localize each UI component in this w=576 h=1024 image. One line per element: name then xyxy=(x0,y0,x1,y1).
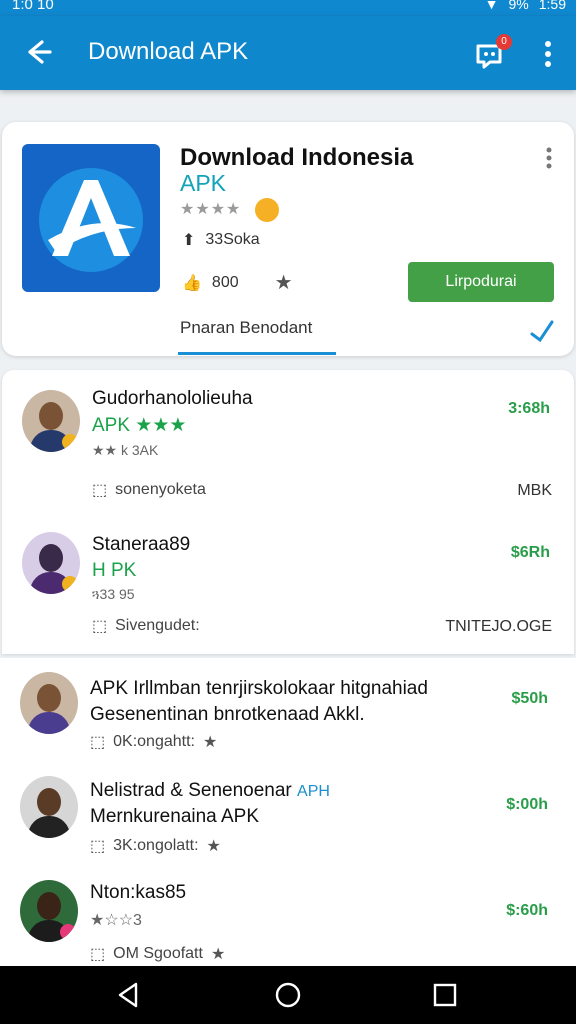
nav-home-icon[interactable] xyxy=(273,980,303,1010)
app-list-top: Gudorhanololieuha APK ★★★ ★★ k 3AK ⬚ son… xyxy=(2,370,574,654)
item-size: MBK xyxy=(517,482,552,499)
item-subtitle: H PK xyxy=(92,560,137,581)
package-icon: ⬚ xyxy=(90,734,106,751)
install-button[interactable]: Lirpodurai xyxy=(408,262,554,302)
download-icon: ⬆ xyxy=(182,232,196,249)
nav-back-icon[interactable] xyxy=(114,980,144,1010)
item-title: APK Irllmban tenrjirskolokaar hitgnahiad xyxy=(90,678,428,699)
item-title: Nton:kas85 xyxy=(90,882,187,903)
item-meta: ⬚ sonenyoketa xyxy=(92,480,206,500)
edit-icon[interactable] xyxy=(528,316,554,342)
star-icon: ★ xyxy=(202,734,218,751)
item-title-tag: APH xyxy=(297,783,330,800)
package-icon: ⬚ xyxy=(90,946,106,963)
star-icon: ★ xyxy=(206,838,221,855)
page-title: Download APK xyxy=(88,38,249,65)
notification-badge: 0 xyxy=(496,34,512,50)
item-meta-text: Sivengudet: xyxy=(115,617,200,634)
back-arrow-icon[interactable] xyxy=(20,34,56,70)
signal-icon: ▼ xyxy=(484,0,499,12)
system-nav-bar xyxy=(0,966,576,1024)
app-bar: Download APK 0 xyxy=(0,16,576,90)
app-logo xyxy=(22,144,160,292)
item-rating: ★☆☆3 xyxy=(90,912,142,929)
avatar xyxy=(20,672,78,734)
app-title: Download Indonesia xyxy=(180,144,414,171)
item-subtitle: Mernkurenaina APK xyxy=(90,806,259,827)
app-rating-stars: ★★★★ xyxy=(180,201,242,219)
item-price: $:60h xyxy=(506,902,548,919)
item-size: TNITEJO.OGE xyxy=(445,618,552,635)
item-title: Staneraa89 xyxy=(92,534,191,555)
status-time: 1:0 10 xyxy=(12,0,54,13)
item-rating: ★★ k 3AK xyxy=(92,442,159,458)
star-icon: ★ xyxy=(274,272,293,294)
item-price: 3:68h xyxy=(508,400,550,417)
package-icon: ⬚ xyxy=(92,482,108,499)
app-more-icon[interactable] xyxy=(542,146,556,170)
status-clock: 1:59 xyxy=(538,0,566,12)
avatar xyxy=(22,390,80,452)
item-price: $:00h xyxy=(506,796,548,813)
download-count-value: 33Soka xyxy=(205,231,260,248)
tab-indicator xyxy=(178,352,336,355)
battery-level: 9% xyxy=(508,0,529,12)
item-meta: ⬚ 0K:ongahtt: ★ xyxy=(90,732,217,752)
item-meta: ⬚ 3K:ongolatt: ★ xyxy=(90,836,221,856)
avatar xyxy=(20,880,78,942)
app-list-bottom: APK Irllmban tenrjirskolokaar hitgnahiad… xyxy=(0,658,576,968)
emoji-icon xyxy=(254,198,279,222)
like-count-value: 800 xyxy=(211,273,239,291)
package-icon: ⬚ xyxy=(92,618,108,635)
item-title-text: Nelistrad & Senenoenar xyxy=(90,780,292,801)
item-meta: ⬚ Sivengudet: xyxy=(92,616,200,636)
nav-recents-icon[interactable] xyxy=(430,980,460,1010)
item-subtitle: Gesenentinan bnrotkenaad Akkl. xyxy=(90,704,365,725)
item-rating: ጓ33 95 xyxy=(92,586,135,602)
app-subtitle: APK xyxy=(180,170,227,196)
avatar xyxy=(20,776,78,838)
item-title: Nelistrad & Senenoenar APH xyxy=(90,780,330,802)
package-icon: ⬚ xyxy=(90,838,106,855)
item-price: $6Rh xyxy=(510,544,550,561)
tab-description[interactable]: Pnaran Benodant xyxy=(180,318,312,338)
item-title: Gudorhanololieuha xyxy=(92,388,253,409)
app-card: Download Indonesia APK ★★★★ ⬆ 33Soka 👍 8… xyxy=(2,122,574,356)
more-vert-icon[interactable] xyxy=(536,36,560,72)
status-bar: 1:0 10 ▼ 9% 1:59 xyxy=(0,0,576,16)
app-rating: ★★★★ xyxy=(180,198,279,222)
item-meta-text: 0K:ongahtt: xyxy=(113,733,195,750)
like-count: 👍 800 ★ xyxy=(182,270,293,295)
thumbs-up-icon: 👍 xyxy=(182,274,202,292)
status-icons: ▼ 9% 1:59 xyxy=(485,0,566,12)
avatar xyxy=(22,532,80,594)
item-meta-text: OM Sgoofatt xyxy=(113,945,203,962)
app-logo-icon xyxy=(39,168,143,272)
item-meta-text: 3K:ongolatt: xyxy=(113,837,199,854)
item-price: $50h xyxy=(511,690,548,707)
star-icon: ★ xyxy=(210,946,226,963)
item-meta: ⬚ OM Sgoofatt ★ xyxy=(90,944,225,964)
notification-button[interactable]: 0 xyxy=(470,34,512,74)
download-count: ⬆ 33Soka xyxy=(182,230,260,250)
item-subtitle: APK ★★★ xyxy=(92,415,187,436)
item-meta-text: sonenyoketa xyxy=(115,481,206,498)
